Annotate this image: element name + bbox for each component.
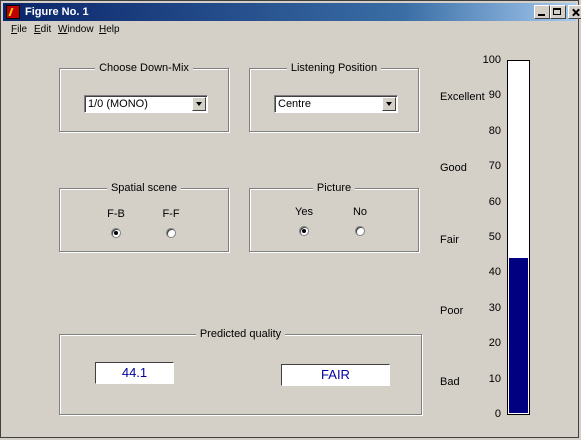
maximize-button[interactable] (550, 5, 566, 19)
quality-meter-fill (509, 258, 528, 413)
tick-label: 50 (488, 231, 501, 243)
downmix-value: 1/0 (MONO) (88, 98, 148, 110)
matlab-icon[interactable] (6, 5, 20, 19)
tick-label: 30 (488, 301, 501, 314)
menu-help[interactable]: Help (99, 24, 120, 36)
tick-label: 90 (488, 89, 501, 102)
tick-label: 80 (488, 124, 501, 137)
predicted-grade: FAIR (281, 364, 390, 386)
menu-edit[interactable]: Edit (34, 24, 51, 36)
predicted-title: Predicted quality (195, 328, 286, 340)
grade-poor: Poor (440, 305, 464, 317)
menu-file[interactable]: File (11, 24, 27, 36)
tick-label: 70 (488, 160, 501, 173)
spatial-option-fb-label: F-B (107, 208, 125, 220)
picture-title: Picture (312, 182, 356, 194)
tick-label: 40 (488, 266, 501, 279)
chevron-down-icon[interactable] (382, 97, 396, 111)
predicted-score: 44.1 (95, 362, 174, 384)
listening-select[interactable]: Centre (274, 95, 398, 113)
predicted-group: Predicted quality 44.1 FAIR (59, 328, 422, 415)
tick-label: 0 (494, 408, 501, 420)
grade-good: Good (440, 162, 467, 174)
picture-option-no-label: No (352, 206, 368, 218)
tick-label: 10 (488, 372, 501, 385)
picture-option-yes-radio[interactable] (299, 226, 309, 236)
menu-bar: File Edit Window Help (3, 22, 576, 38)
downmix-title: Choose Down-Mix (95, 62, 193, 74)
minimize-button[interactable] (534, 5, 550, 19)
close-button[interactable] (568, 5, 581, 19)
spatial-option-ff-radio[interactable] (166, 228, 176, 238)
quality-meter (507, 60, 530, 415)
listening-group: Listening Position Centre (249, 62, 419, 132)
picture-option-yes-label: Yes (295, 206, 313, 218)
listening-title: Listening Position (286, 62, 382, 74)
spatial-title: Spatial scene (106, 182, 182, 194)
tick-label: 60 (488, 195, 501, 208)
spatial-option-ff-label: F-F (162, 208, 180, 220)
picture-group: Picture Yes No (249, 182, 419, 252)
grade-bad: Bad (440, 376, 460, 388)
menu-window[interactable]: Window (58, 24, 94, 36)
picture-option-no-radio[interactable] (355, 226, 365, 236)
grade-fair: Fair (440, 234, 459, 246)
spatial-group: Spatial scene F-B F-F (59, 182, 229, 252)
downmix-group: Choose Down-Mix 1/0 (MONO) (59, 62, 229, 132)
listening-value: Centre (278, 98, 312, 110)
figure-window: Figure No. 1 File Edit Window Help Choos… (0, 0, 581, 438)
spatial-option-fb-radio[interactable] (111, 228, 121, 238)
tick-label: 100 (482, 54, 501, 66)
title-bar[interactable]: Figure No. 1 (3, 3, 581, 21)
window-title: Figure No. 1 (25, 6, 89, 18)
tick-label: 20 (488, 337, 501, 350)
chevron-down-icon[interactable] (192, 97, 206, 111)
downmix-select[interactable]: 1/0 (MONO) (84, 95, 208, 113)
